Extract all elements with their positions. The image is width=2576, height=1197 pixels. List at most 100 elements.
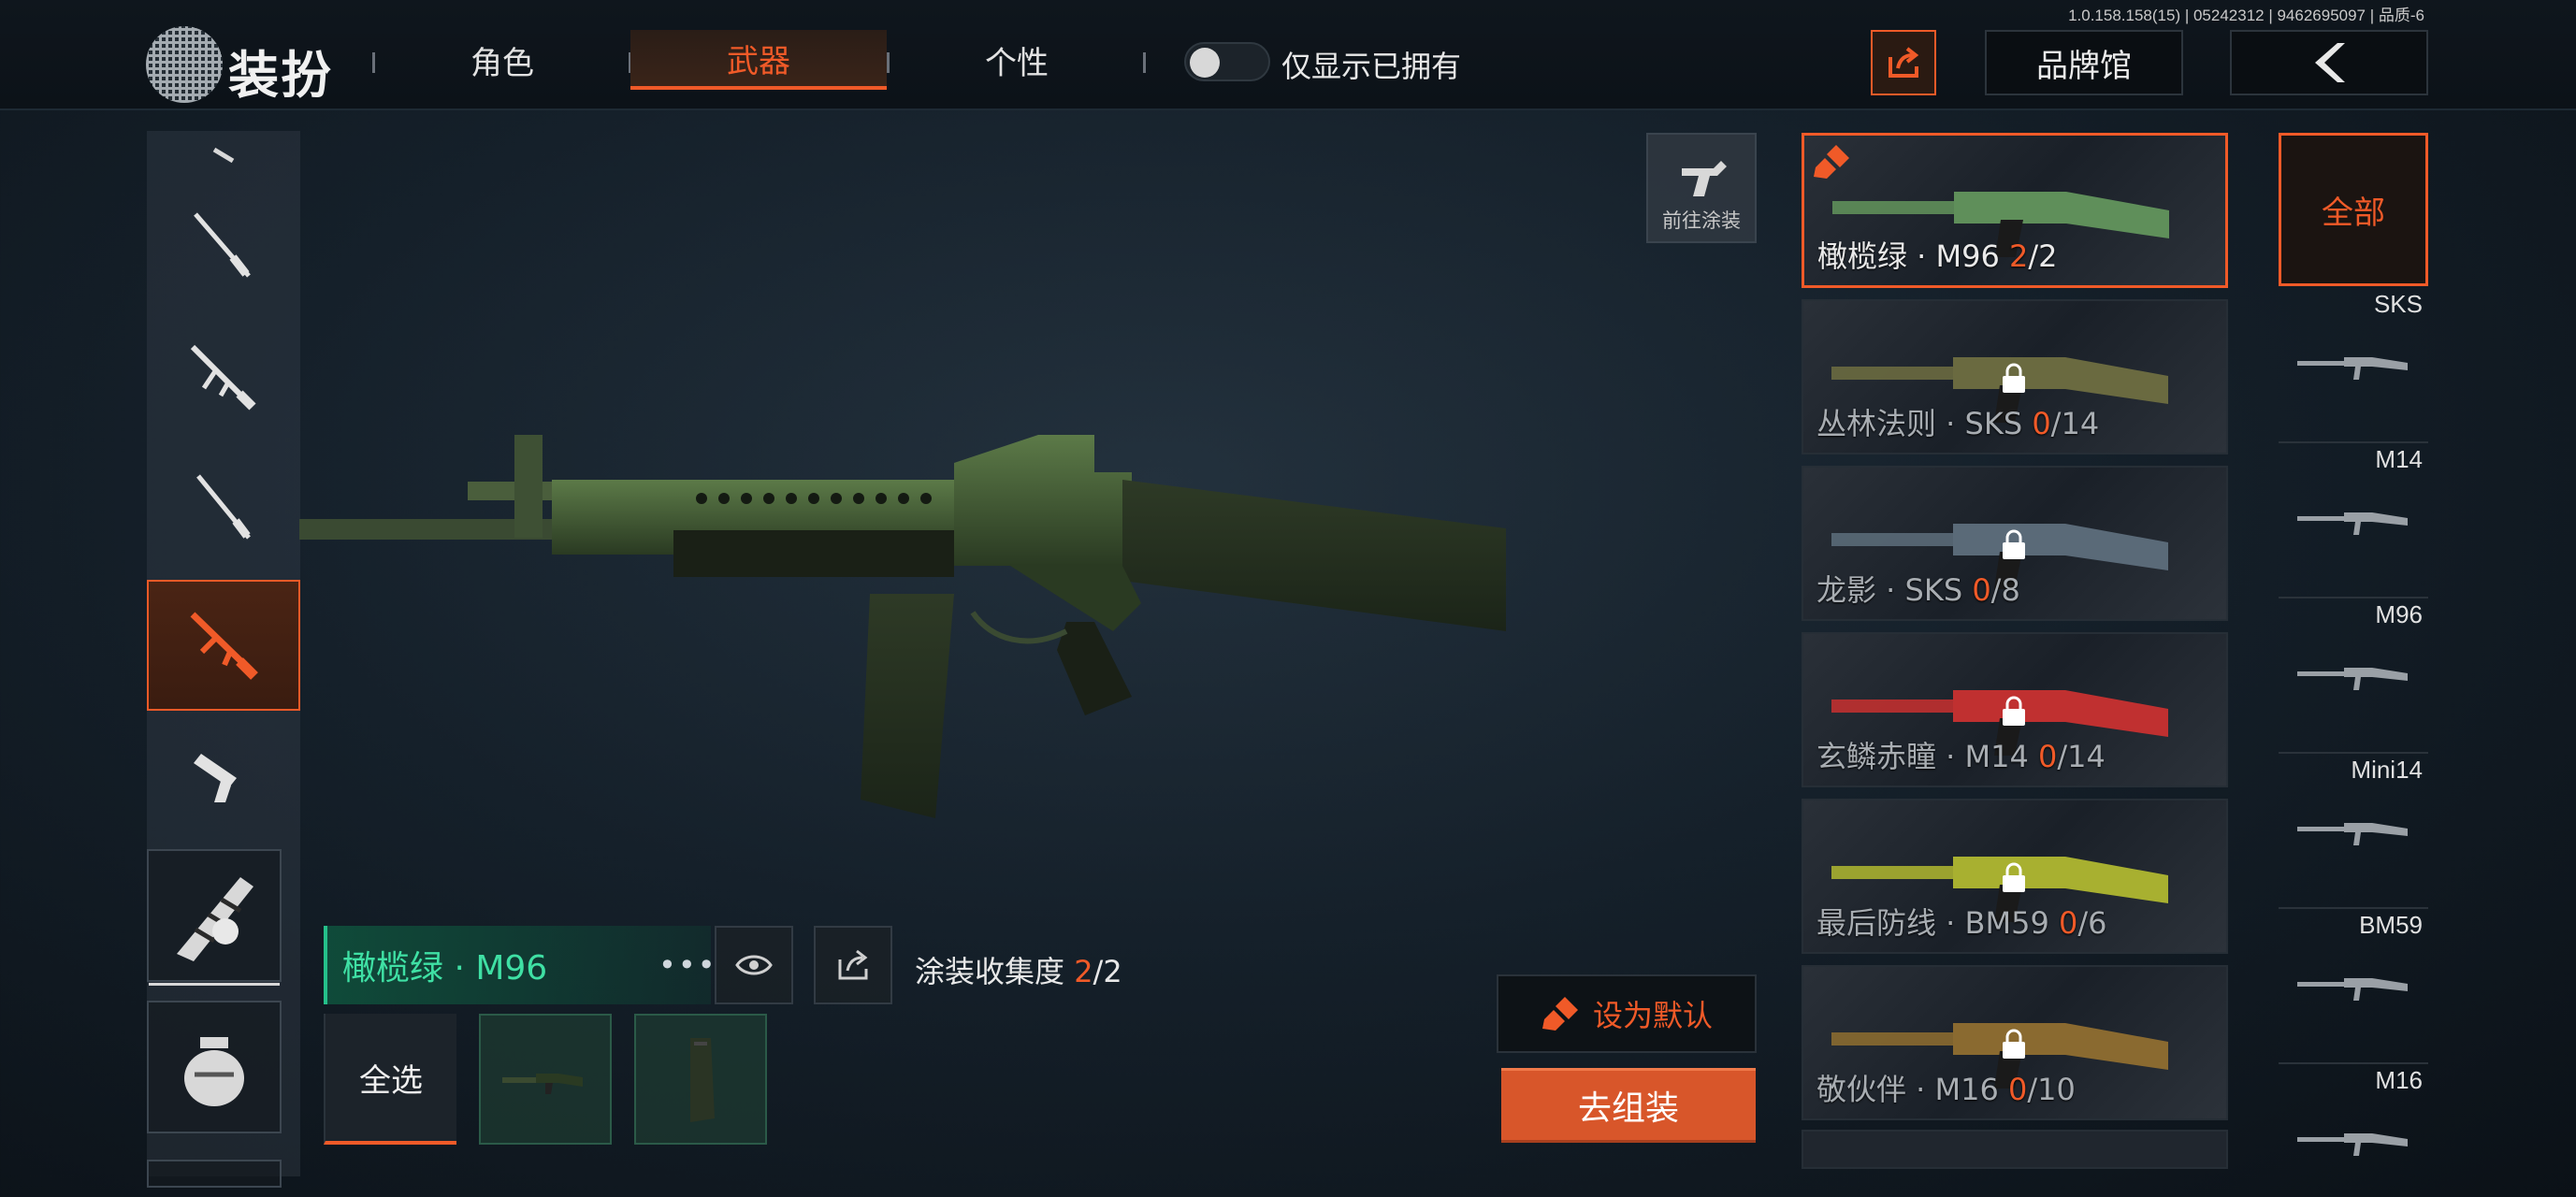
share-skin-button[interactable] [814,926,892,1004]
part-slot-magazine[interactable] [634,1014,767,1145]
rifle-icon [196,474,251,540]
skin-label: 龙影 · SKS 0/8 [1816,567,2020,610]
skin-owned: 0 [2008,1072,2028,1107]
collection-progress: 涂装收集度 2/2 [915,948,1122,991]
lock-icon [2003,363,2025,393]
preview-eye-button[interactable] [715,926,793,1004]
category-all[interactable]: 全部 [2279,133,2428,286]
sidebar-item-pistol[interactable] [147,713,300,844]
collection-label: 涂装收集度 [915,954,1065,989]
weapon-type-sidebar [147,131,300,1188]
category-item[interactable]: Mini14 [2279,756,2428,909]
skin-total: /10 [2027,1072,2076,1107]
category-weapon-icon [2297,357,2408,380]
collection-owned: 2 [1074,954,1093,989]
skin-label: 玄鳞赤瞳 · M14 0/14 [1816,733,2106,776]
sidebar-item-assault-rifle[interactable] [147,310,300,441]
more-options-button[interactable]: ••• [658,947,717,983]
skin-name: 玄鳞赤瞳 · M14 [1816,739,2039,774]
category-label: M14 [2375,445,2423,473]
skin-label: 橄榄绿 · M96 2/2 [1817,233,2058,276]
owned-only-toggle[interactable] [1184,42,1270,81]
skin-total: /2 [2028,238,2058,274]
lock-icon [2003,529,2025,559]
assault-rifle-icon [190,344,256,411]
skin-card[interactable]: 丛林法则 · SKS 0/14 [1802,299,2228,454]
category-item[interactable]: BM59 [2279,911,2428,1064]
part-slot-rifle[interactable] [479,1014,612,1145]
sidebar-item-rifle[interactable] [147,441,300,572]
magazine-icon [690,1038,715,1122]
skin-name: 龙影 · SKS [1816,572,1973,608]
category-item[interactable]: M96 [2279,600,2428,754]
sidebar-item-melee-weapon[interactable] [147,849,282,986]
skin-card[interactable]: 敬伙伴 · M16 0/10 [1802,965,2228,1120]
set-default-label: 设为默认 [1592,998,1713,1033]
skin-name: 最后防线 · BM59 [1816,905,2059,941]
share-icon [838,949,868,980]
category-weapon-icon [2297,1133,2408,1156]
category-item[interactable]: M16 [2279,1066,2428,1197]
skin-owned: 2 [2009,238,2029,274]
weapon-preview-m96[interactable] [299,425,1787,828]
rifle-thumbnail-icon [502,1074,583,1094]
skin-label: 最后防线 · BM59 0/6 [1816,900,2106,943]
skin-name: 橄榄绿 · M96 [1817,238,2010,274]
tab-character[interactable]: 角色 [374,30,630,90]
owned-only-label: 仅显示已拥有 [1281,49,1462,84]
lock-icon [2003,862,2025,892]
sniper-rifle-icon [194,212,251,278]
category-weapon-icon [2297,668,2408,690]
share-icon [1889,47,1919,78]
skin-label: 丛林法则 · SKS 0/14 [1816,400,2099,443]
skin-card[interactable] [1802,1130,2228,1169]
grenade-icon [184,1037,244,1106]
tab-personality[interactable]: 个性 [889,30,1145,90]
back-button[interactable] [2230,30,2428,95]
category-item[interactable]: M14 [2279,445,2428,598]
melee-icon [212,147,235,164]
select-all-button[interactable]: 全选 [324,1014,456,1145]
sidebar-item-sniper[interactable] [147,180,300,310]
category-weapon-icon [2297,512,2408,535]
pistol-icon [194,754,237,802]
skin-name: 丛林法则 · SKS [1816,406,2033,441]
chevron-left-icon [2315,43,2345,82]
skin-owned: 0 [1972,572,1991,608]
category-item[interactable]: SKS [2279,290,2428,443]
skin-name: 敬伙伴 · M16 [1816,1072,2009,1107]
sidebar-item-marksman-rifle[interactable] [147,580,300,711]
goto-paint-label: 前往涂装 [1662,209,1741,232]
category-weapon-icon [2297,823,2408,845]
tab-weapons[interactable]: 武器 [630,30,887,90]
category-label: M16 [2375,1066,2423,1094]
share-button[interactable] [1871,30,1936,95]
set-default-button[interactable]: 设为默认 [1497,974,1757,1053]
brush-icon [1814,145,1849,179]
toggle-knob [1190,48,1220,78]
category-weapon-icon [2297,978,2408,1001]
skin-card[interactable]: 龙影 · SKS 0/8 [1802,466,2228,621]
selection-underline [149,983,280,986]
skin-owned: 0 [2058,905,2078,941]
sidebar-item-more[interactable] [147,1160,282,1188]
marksman-rifle-icon [190,612,258,680]
skin-total: /14 [2050,406,2100,441]
go-assemble-button[interactable]: 去组装 [1501,1068,1756,1143]
sidebar-item-grenade[interactable] [147,1001,282,1133]
divider [1143,52,1146,73]
spray-gun-icon [1682,161,1727,196]
brush-icon [1541,997,1578,1031]
lock-icon [2003,1029,2025,1059]
goto-paint-button[interactable]: 前往涂装 [1646,133,1757,243]
eye-icon [735,955,773,975]
skin-card[interactable]: 最后防线 · BM59 0/6 [1802,799,2228,954]
skin-label: 敬伙伴 · M16 0/10 [1816,1066,2076,1109]
weapon-category-column: 全部 SKS M14 M96 Mini14 BM59 M16 [2279,131,2428,1169]
selected-skin-name: 橄榄绿 · M96 [324,926,711,1004]
lock-icon [2003,696,2025,726]
brand-hall-button[interactable]: 品牌馆 [1985,30,2183,95]
skin-card[interactable]: 玄鳞赤瞳 · M14 0/14 [1802,632,2228,787]
category-label: M96 [2375,600,2423,628]
skin-card[interactable]: 橄榄绿 · M96 2/2 [1802,133,2228,288]
